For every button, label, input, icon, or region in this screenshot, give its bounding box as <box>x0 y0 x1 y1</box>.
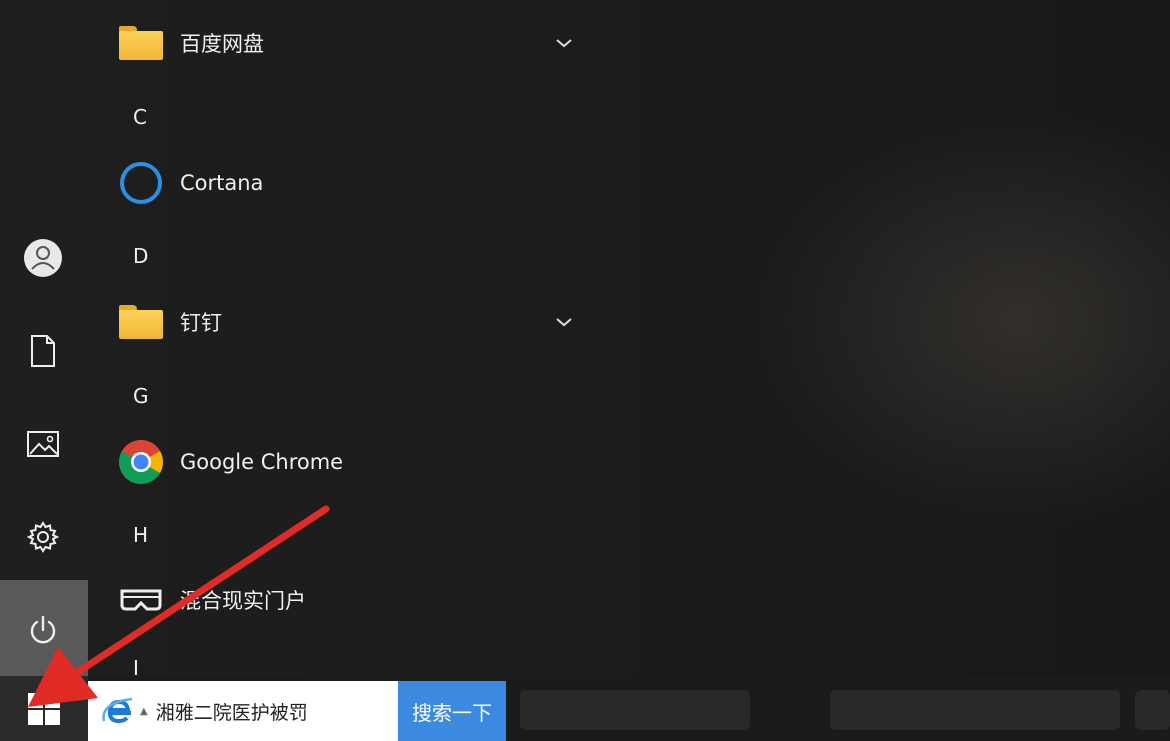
app-label: Cortana <box>180 171 264 195</box>
app-item-dingtalk-folder[interactable]: 钉钉 <box>100 292 590 352</box>
section-letter-g[interactable]: G <box>133 384 149 408</box>
app-label: 百度网盘 <box>180 32 264 56</box>
app-label: 钉钉 <box>180 311 222 335</box>
section-letter-i[interactable]: I <box>133 656 139 676</box>
app-item-cortana[interactable]: Cortana <box>100 153 590 213</box>
taskbar-search-box[interactable]: ▲ 湘雅二院医护被罚 <box>88 681 398 741</box>
taskbar-app-blurred[interactable] <box>830 690 1120 730</box>
vr-headset-icon <box>118 577 164 623</box>
chevron-down-icon[interactable] <box>552 310 576 334</box>
windows-logo-icon <box>28 692 60 725</box>
start-menu-rail <box>0 0 88 676</box>
folder-icon <box>118 299 164 345</box>
app-item-google-chrome[interactable]: Google Chrome <box>100 432 590 492</box>
section-letter-h[interactable]: H <box>133 523 148 547</box>
start-button[interactable] <box>0 676 88 741</box>
search-query-text[interactable]: 湘雅二院医护被罚 <box>156 698 308 725</box>
app-item-baidu-netdisk-folder[interactable]: 百度网盘 <box>100 13 590 73</box>
app-label: Google Chrome <box>180 450 344 474</box>
ie-icon <box>102 697 133 724</box>
user-avatar-icon[interactable] <box>18 233 68 283</box>
pictures-icon[interactable] <box>18 419 68 469</box>
document-icon[interactable] <box>18 326 68 376</box>
cortana-ring-icon <box>118 160 164 206</box>
taskbar-app-blurred[interactable] <box>1135 690 1170 730</box>
taskbar-app-blurred[interactable] <box>520 690 750 730</box>
search-button[interactable]: 搜索一下 <box>398 681 506 741</box>
caret-icon[interactable]: ▲ <box>140 706 148 717</box>
folder-icon <box>118 20 164 66</box>
settings-gear-icon[interactable] <box>18 512 68 562</box>
app-item-mixed-reality-portal[interactable]: 混合现实门户 <box>100 570 590 630</box>
section-letter-c[interactable]: C <box>133 105 147 129</box>
section-letter-d[interactable]: D <box>133 244 148 268</box>
chrome-icon <box>118 439 164 485</box>
app-label: 混合现实门户 <box>180 589 306 613</box>
chevron-down-icon[interactable] <box>552 31 576 55</box>
power-icon[interactable] <box>18 605 68 655</box>
app-list: 百度网盘 C Cortana D 钉钉 G Google Chrome H 混合… <box>100 0 600 676</box>
